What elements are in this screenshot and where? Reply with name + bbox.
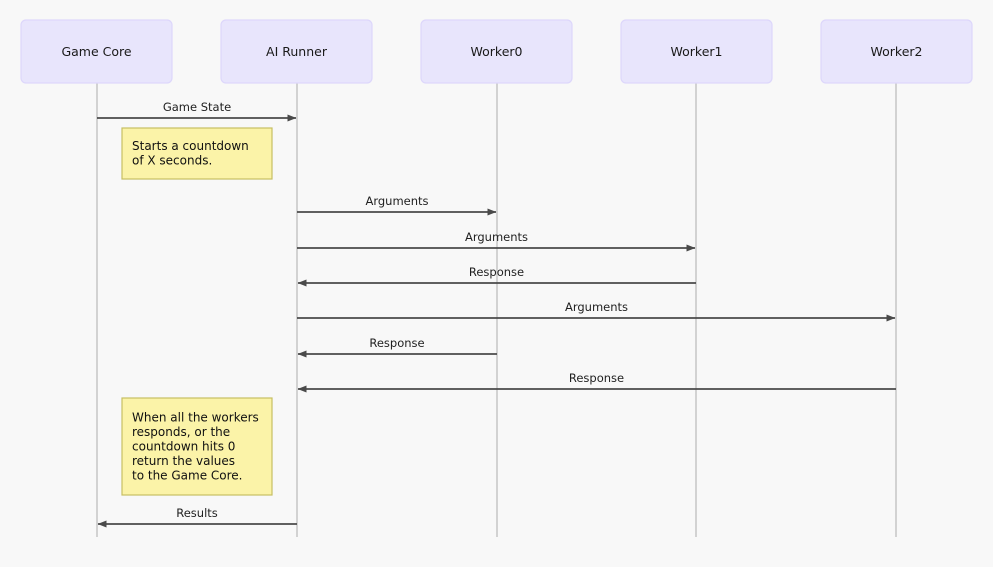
note-line: responds, or the bbox=[132, 425, 230, 439]
note-line: to the Game Core. bbox=[132, 468, 243, 482]
participant-worker1[interactable]: Worker1 bbox=[620, 19, 773, 84]
message-label: Results bbox=[176, 506, 218, 520]
message-label: Response bbox=[469, 265, 524, 279]
message-label: Arguments bbox=[565, 300, 628, 314]
participant-label: AI Runner bbox=[266, 44, 328, 59]
message-msg-response-w0: Response bbox=[297, 336, 497, 358]
participant-label: Worker1 bbox=[671, 44, 723, 59]
diagram-canvas: Game State Arguments Arguments Response Argu… bbox=[20, 19, 973, 537]
note-note-workers-respond: When all the workersresponds, or thecoun… bbox=[121, 397, 273, 496]
sequence-diagram-root: Game State Arguments Arguments Response Argu… bbox=[0, 0, 993, 567]
note-line: of X seconds. bbox=[132, 154, 212, 168]
message-msg-arguments-w1: Arguments bbox=[297, 230, 696, 252]
message-msg-response-w2: Response bbox=[297, 371, 896, 393]
message-msg-game-state: Game State bbox=[97, 100, 297, 122]
message-label: Response bbox=[569, 371, 624, 385]
message-msg-arguments-w0: Arguments bbox=[297, 194, 497, 216]
message-label: Response bbox=[369, 336, 424, 350]
participant-worker0[interactable]: Worker0 bbox=[420, 19, 573, 84]
participants-group: Game Core AI Runner Worker0 Worker1 Worker2 bbox=[20, 19, 973, 84]
participant-label: Worker2 bbox=[871, 44, 923, 59]
note-note-countdown: Starts a countdownof X seconds. bbox=[121, 127, 273, 180]
message-msg-arguments-w2: Arguments bbox=[297, 300, 896, 322]
message-label: Game State bbox=[163, 100, 231, 114]
note-line: When all the workers bbox=[132, 410, 259, 424]
participant-label: Game Core bbox=[61, 44, 131, 59]
message-label: Arguments bbox=[365, 194, 428, 208]
message-label: Arguments bbox=[465, 230, 528, 244]
participant-game-core[interactable]: Game Core bbox=[20, 19, 173, 84]
notes-group: Starts a countdownof X seconds. When all … bbox=[121, 127, 273, 496]
participant-label: Worker0 bbox=[471, 44, 523, 59]
note-line: Starts a countdown bbox=[132, 139, 249, 153]
message-msg-results: Results bbox=[97, 506, 297, 528]
participant-worker2[interactable]: Worker2 bbox=[820, 19, 973, 84]
participant-ai-runner[interactable]: AI Runner bbox=[220, 19, 373, 84]
note-line: return the values bbox=[132, 454, 235, 468]
note-line: countdown hits 0 bbox=[132, 439, 235, 453]
